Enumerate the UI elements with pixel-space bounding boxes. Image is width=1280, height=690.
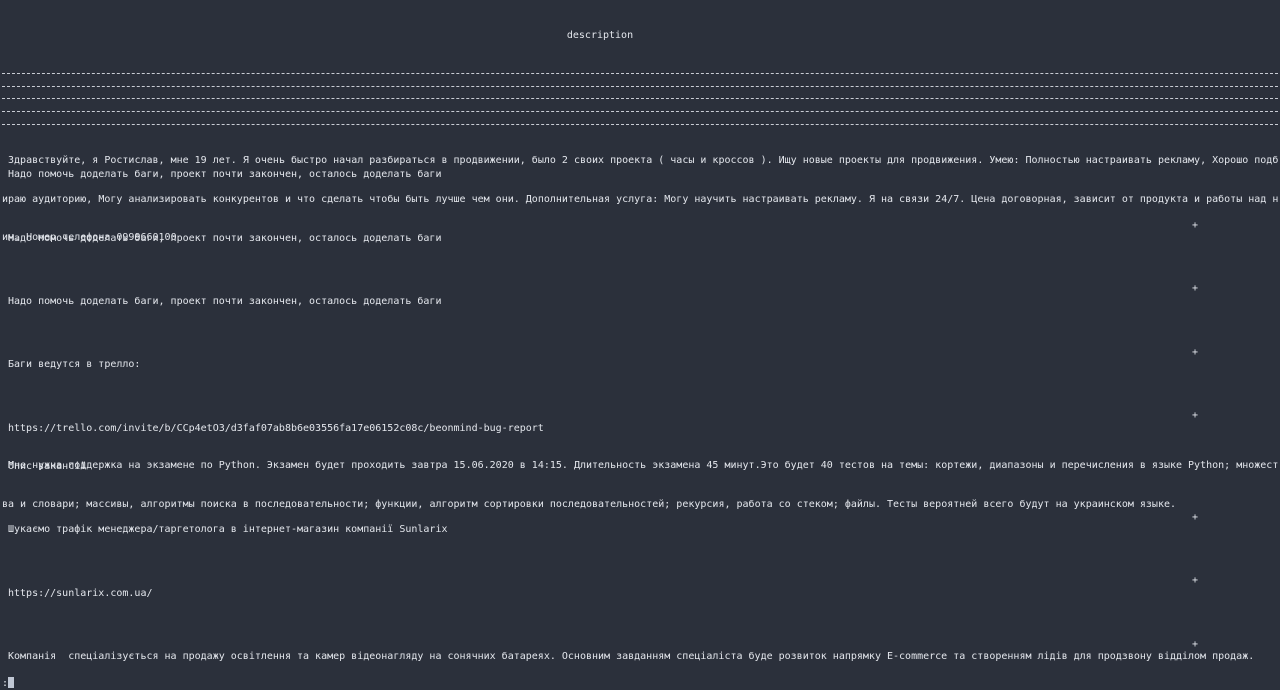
separator-line (2, 124, 1278, 125)
table-row: Здравствуйте, я Ростислав, мне 19 лет. Я… (2, 130, 1278, 270)
cell-text-line: Надо помочь доделать баги, проект почти … (8, 296, 442, 307)
cell-text-line: ираю аудиторию, Могу анализировать конку… (2, 193, 1278, 205)
command-prompt[interactable]: : (2, 677, 15, 690)
cell-text-line: https://sunlarix.com.ua/ (8, 588, 153, 599)
row-continuation-marker: + (1192, 512, 1199, 523)
text-cursor (8, 677, 15, 688)
column-header: description (566, 30, 634, 41)
table-row: Мне нужна поддержка на экзамене по Pytho… (2, 435, 1278, 537)
row-continuation-marker: + (1192, 220, 1199, 231)
row-continuation-marker: + (1192, 283, 1199, 294)
cell-text-line: Шукаємо трафік менеджера/таргетолога в і… (8, 524, 448, 535)
separator-line (2, 86, 1278, 87)
cell-text-line: Опис вакансії (8, 461, 87, 472)
row-continuation-marker: + (1192, 347, 1199, 358)
cell-text-line: https://trello.com/invite/b/CCp4etO3/d3f… (8, 423, 544, 434)
row-continuation-marker: + (1192, 575, 1199, 586)
cell-text-line: Здравствуйте, я Ростислав, мне 19 лет. Я… (2, 155, 1278, 167)
cell-text-line: Баги ведутся в трелло: (8, 359, 141, 370)
separator-line (2, 111, 1278, 112)
cell-text-line: Надо помочь доделать баги, проект почти … (8, 169, 442, 180)
separator-line (2, 98, 1278, 99)
cell-text-line: Надо помочь доделать баги, проект почти … (8, 233, 442, 244)
cell-text-line: Компанія спеціалізується на продажу осві… (8, 651, 1255, 662)
cell-text-line: ва и словари; массивы, алгоритмы поиска … (2, 498, 1176, 510)
row-continuation-marker: + (1192, 410, 1199, 421)
row-continuation-marker: + (1192, 639, 1199, 650)
separator-line (2, 73, 1278, 74)
cell-text-line: Мне нужна поддержка на экзамене по Pytho… (2, 460, 1278, 472)
terminal-window: description Здравствуйте, я Ростислав, м… (0, 0, 1280, 690)
